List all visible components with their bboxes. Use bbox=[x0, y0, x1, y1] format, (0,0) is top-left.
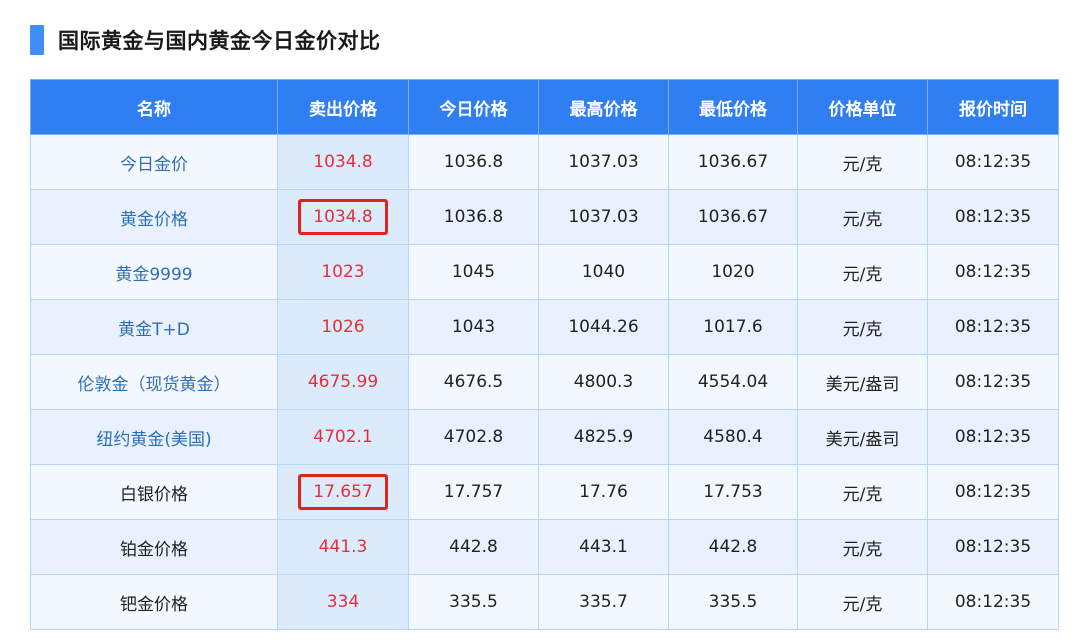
row-low-price: 442.8 bbox=[668, 519, 798, 575]
table-row: 钯金价格 334 335.5 335.7 335.5 元/克 08:12:35 bbox=[30, 574, 1059, 630]
row-name[interactable]: 黄金T+D bbox=[30, 299, 278, 355]
row-quote-time: 08:12:35 bbox=[927, 244, 1059, 300]
row-today-price: 442.8 bbox=[408, 519, 539, 575]
row-unit: 元/克 bbox=[797, 299, 928, 355]
row-low-price: 1017.6 bbox=[668, 299, 798, 355]
row-unit: 美元/盎司 bbox=[797, 409, 928, 465]
row-sell-price-cell: 1034.8 bbox=[277, 189, 409, 245]
row-today-price: 17.757 bbox=[408, 464, 539, 520]
row-unit: 元/克 bbox=[797, 574, 928, 630]
row-quote-time: 08:12:35 bbox=[927, 519, 1059, 575]
row-high-price: 335.7 bbox=[538, 574, 669, 630]
row-name[interactable]: 黄金9999 bbox=[30, 244, 278, 300]
row-quote-time: 08:12:35 bbox=[927, 354, 1059, 410]
row-name: 钯金价格 bbox=[30, 574, 278, 630]
table-row: 铂金价格 441.3 442.8 443.1 442.8 元/克 08:12:3… bbox=[30, 519, 1059, 575]
row-unit: 元/克 bbox=[797, 244, 928, 300]
row-low-price: 17.753 bbox=[668, 464, 798, 520]
row-today-price: 4702.8 bbox=[408, 409, 539, 465]
row-unit: 元/克 bbox=[797, 464, 928, 520]
row-unit: 美元/盎司 bbox=[797, 354, 928, 410]
row-low-price: 1036.67 bbox=[668, 134, 798, 190]
row-high-price: 1044.26 bbox=[538, 299, 669, 355]
row-quote-time: 08:12:35 bbox=[927, 299, 1059, 355]
row-low-price: 1020 bbox=[668, 244, 798, 300]
row-today-price: 1043 bbox=[408, 299, 539, 355]
header-quote-time: 报价时间 bbox=[927, 79, 1059, 135]
row-quote-time: 08:12:35 bbox=[927, 574, 1059, 630]
table-row: 白银价格 17.657 17.757 17.76 17.753 元/克 08:1… bbox=[30, 464, 1059, 520]
row-high-price: 443.1 bbox=[538, 519, 669, 575]
row-quote-time: 08:12:35 bbox=[927, 134, 1059, 190]
header-sell-price: 卖出价格 bbox=[277, 79, 409, 135]
row-low-price: 4580.4 bbox=[668, 409, 798, 465]
row-name[interactable]: 黄金价格 bbox=[30, 189, 278, 245]
row-sell-price-cell: 17.657 bbox=[277, 464, 409, 520]
row-name[interactable]: 今日金价 bbox=[30, 134, 278, 190]
row-low-price: 1036.67 bbox=[668, 189, 798, 245]
row-low-price: 4554.04 bbox=[668, 354, 798, 410]
row-unit: 元/克 bbox=[797, 519, 928, 575]
header-today-price: 今日价格 bbox=[408, 79, 539, 135]
row-name[interactable]: 伦敦金（现货黄金） bbox=[30, 354, 278, 410]
header-high-price: 最高价格 bbox=[538, 79, 669, 135]
table-row: 纽约黄金(美国) 4702.1 4702.8 4825.9 4580.4 美元/… bbox=[30, 409, 1059, 465]
row-low-price: 335.5 bbox=[668, 574, 798, 630]
row-sell-price: 1034.8 bbox=[277, 134, 409, 190]
header-low-price: 最低价格 bbox=[668, 79, 798, 135]
row-sell-price: 4702.1 bbox=[277, 409, 409, 465]
title-accent-bar bbox=[30, 25, 44, 55]
row-sell-price: 4675.99 bbox=[277, 354, 409, 410]
row-high-price: 17.76 bbox=[538, 464, 669, 520]
table-row: 黄金9999 1023 1045 1040 1020 元/克 08:12:35 bbox=[30, 244, 1059, 300]
row-today-price: 1036.8 bbox=[408, 189, 539, 245]
row-high-price: 1040 bbox=[538, 244, 669, 300]
table-row: 伦敦金（现货黄金） 4675.99 4676.5 4800.3 4554.04 … bbox=[30, 354, 1059, 410]
highlighted-sell-price: 17.657 bbox=[298, 474, 388, 510]
row-today-price: 335.5 bbox=[408, 574, 539, 630]
row-name: 白银价格 bbox=[30, 464, 278, 520]
row-unit: 元/克 bbox=[797, 189, 928, 245]
row-today-price: 4676.5 bbox=[408, 354, 539, 410]
highlighted-sell-price: 1034.8 bbox=[298, 199, 388, 235]
table-header-row: 名称 卖出价格 今日价格 最高价格 最低价格 价格单位 报价时间 bbox=[30, 79, 1059, 135]
row-high-price: 4825.9 bbox=[538, 409, 669, 465]
table-row: 今日金价 1034.8 1036.8 1037.03 1036.67 元/克 0… bbox=[30, 134, 1059, 190]
row-today-price: 1036.8 bbox=[408, 134, 539, 190]
row-today-price: 1045 bbox=[408, 244, 539, 300]
gold-price-table: 名称 卖出价格 今日价格 最高价格 最低价格 价格单位 报价时间 今日金价 10… bbox=[30, 79, 1059, 630]
page-title: 国际黄金与国内黄金今日金价对比 bbox=[58, 29, 381, 53]
row-quote-time: 08:12:35 bbox=[927, 189, 1059, 245]
row-unit: 元/克 bbox=[797, 134, 928, 190]
row-high-price: 1037.03 bbox=[538, 134, 669, 190]
section-header: 国际黄金与国内黄金今日金价对比 bbox=[30, 24, 381, 56]
header-unit: 价格单位 bbox=[797, 79, 928, 135]
row-sell-price: 334 bbox=[277, 574, 409, 630]
row-quote-time: 08:12:35 bbox=[927, 464, 1059, 520]
row-high-price: 1037.03 bbox=[538, 189, 669, 245]
row-sell-price: 1026 bbox=[277, 299, 409, 355]
table-row: 黄金价格 1034.8 1036.8 1037.03 1036.67 元/克 0… bbox=[30, 189, 1059, 245]
header-name: 名称 bbox=[30, 79, 278, 135]
row-sell-price: 1023 bbox=[277, 244, 409, 300]
row-quote-time: 08:12:35 bbox=[927, 409, 1059, 465]
row-high-price: 4800.3 bbox=[538, 354, 669, 410]
row-name: 铂金价格 bbox=[30, 519, 278, 575]
row-name[interactable]: 纽约黄金(美国) bbox=[30, 409, 278, 465]
row-sell-price: 441.3 bbox=[277, 519, 409, 575]
table-row: 黄金T+D 1026 1043 1044.26 1017.6 元/克 08:12… bbox=[30, 299, 1059, 355]
